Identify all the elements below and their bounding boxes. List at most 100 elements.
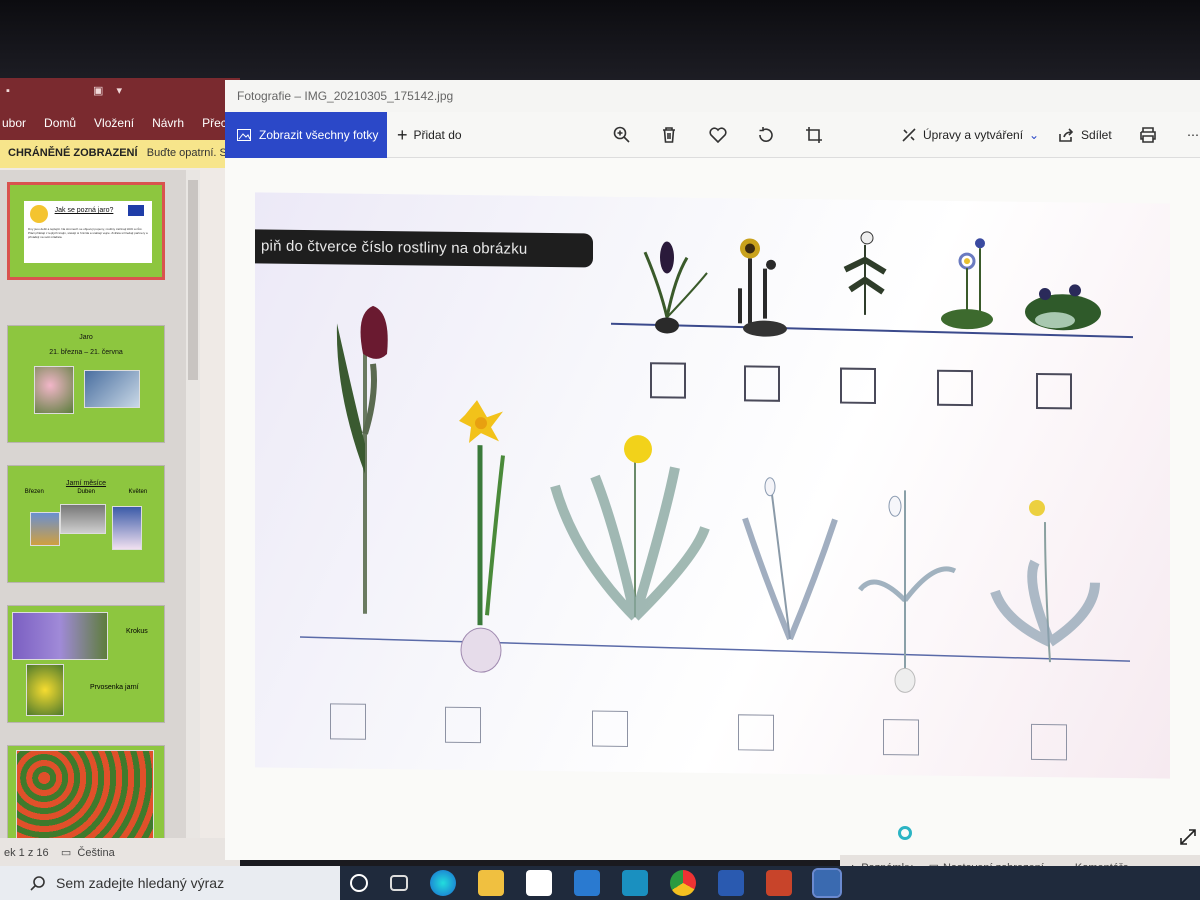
answer-box-bottom-3[interactable] [592,710,628,747]
zoom-button[interactable] [613,112,631,158]
top-plants [299,231,1134,693]
slide-2-subtitle: 21. března – 21. června [49,349,123,356]
monitor-bezel [0,0,1200,80]
tab-file[interactable]: ubor [2,116,26,130]
snowdrop-plant-1 [742,477,838,641]
answer-box-bottom-5[interactable] [883,719,919,756]
rotate-button[interactable] [757,112,775,158]
eu-flag-icon [128,205,144,216]
add-to-label: Přidat do [413,128,462,142]
answer-box-bottom-4[interactable] [738,714,774,751]
trash-icon [663,127,675,143]
answer-box-top-2[interactable] [744,365,780,402]
loading-indicator [898,826,912,840]
bird-photo [84,370,140,408]
march-photo [30,512,60,546]
mail-icon[interactable] [574,870,600,896]
sun-icon [30,205,48,223]
add-to-button[interactable]: + Přidat do [397,112,462,158]
slide-thumb-4[interactable]: Krokus Prvosenka jarní [7,605,165,723]
see-all-photos-button[interactable]: Zobrazit všechny fotky [225,112,387,158]
daisy-plant [941,238,993,330]
protected-text: Buďte opatrní. S [146,147,227,159]
slide-thumb-5[interactable] [7,745,165,840]
tab-insert[interactable]: Vložení [94,116,134,130]
protected-view-bar: CHRÁNĚNÉ ZOBRAZENÍ Buďte opatrní. S [0,140,240,168]
slide-counter: ek 1 z 16 [4,847,49,859]
tab-transitions[interactable]: Přec [202,116,227,130]
photos-window: Fotografie – IMG_20210305_175142.jpg Zob… [225,80,1200,860]
print-button[interactable] [1139,112,1157,158]
cortana-icon[interactable] [350,874,368,892]
share-button[interactable]: Sdílet [1059,112,1112,158]
anemone-plant [843,231,887,315]
edge-icon[interactable] [430,870,456,896]
task-view-icon[interactable] [390,875,408,891]
may-photo [112,506,142,550]
edit-create-button[interactable]: Úpravy a vytváření ⌄ [901,112,1039,158]
tab-home[interactable]: Domů [44,116,76,130]
answer-box-bottom-6[interactable] [1031,723,1067,761]
answer-box-top-5[interactable] [1036,372,1072,410]
answer-box-bottom-2[interactable] [445,706,481,744]
tulip-plant [336,305,388,614]
store-icon[interactable] [526,870,552,896]
protected-label: CHRÁNĚNÉ ZOBRAZENÍ [8,147,138,159]
snowdrop-plant-2 [858,490,957,693]
primrose-photo [26,664,64,716]
file-explorer-icon[interactable] [478,870,504,896]
slide-thumb-2[interactable]: Jaro 21. března – 21. června [7,325,165,443]
photos-app-icon[interactable] [812,868,842,898]
april-photo [60,504,106,534]
primrose-plant [990,499,1100,663]
expand-icon[interactable] [1179,828,1197,846]
spellcheck-icon[interactable]: ▭ [61,847,71,859]
chrome-icon[interactable] [670,870,696,896]
search-icon [30,876,45,891]
maps-icon[interactable] [622,870,648,896]
worksheet-image[interactable]: piň do čtverce číslo rostliny na obrázku [255,192,1170,779]
presenter-icon[interactable]: ▣ [93,84,103,97]
see-all-photos-label: Zobrazit všechny fotky [259,128,379,142]
favorite-button[interactable] [709,112,727,158]
ppt-tabs: ubor Domů Vložení Návrh Přec [0,116,227,130]
scrollbar-thumb[interactable] [188,180,198,380]
more-icon: ⋯ [1187,128,1200,142]
answer-box-top-1[interactable] [650,362,686,399]
answer-box-bottom-1[interactable] [330,703,366,740]
powerpoint-icon[interactable] [766,870,792,896]
taskbar-apps [350,868,842,898]
answer-box-top-3[interactable] [840,367,876,404]
slide-1-title: Jak se pozná jaro? [54,207,114,214]
photos-toolbar: Zobrazit všechny fotky + Přidat do Úprav… [225,112,1200,158]
language-label[interactable]: Čeština [77,847,114,859]
plus-icon: + [397,124,408,145]
more-options-button[interactable]: ⋯ [1187,112,1200,158]
search-placeholder: Sem zadejte hledaný výraz [56,875,225,891]
slide-4-label-crocus: Krokus [126,628,148,635]
slide-4-label-primrose: Prvosenka jarní [90,684,139,691]
chevron-down-icon: ⌄ [1029,128,1040,142]
dandelion-plant [550,435,710,621]
bottom-baseline [299,636,1131,662]
heart-icon [709,127,727,143]
slide-thumb-3[interactable]: Jarní měsíce Březen Duben Květen [7,465,165,583]
rotate-icon [759,127,773,142]
taskbar-search[interactable]: Sem zadejte hledaný výraz [0,866,340,900]
month-april: Duben [77,489,95,495]
qat-dropdown-icon[interactable]: ▾ [116,84,122,97]
crop-button[interactable] [805,112,823,158]
answer-box-top-4[interactable] [937,369,973,407]
save-icon[interactable]: ▪ [6,85,10,97]
edit-create-icon [902,128,916,142]
slide-1-body: Dny jsou delší a teplejší. Na stromech s… [28,227,148,239]
month-march: Březen [24,489,44,495]
slide-thumb-1[interactable]: Jak se pozná jaro? Dny jsou delší a tepl… [7,182,165,280]
word-icon[interactable] [718,870,744,896]
tab-design[interactable]: Návrh [152,116,184,130]
slide-3-title: Jarní měsíce [65,480,107,487]
thumbnails-scrollbar[interactable] [186,170,200,840]
delete-button[interactable] [661,112,677,158]
slide-thumbnails: Jak se pozná jaro? Dny jsou delší a tepl… [0,170,200,840]
tulips-photo [16,750,154,840]
